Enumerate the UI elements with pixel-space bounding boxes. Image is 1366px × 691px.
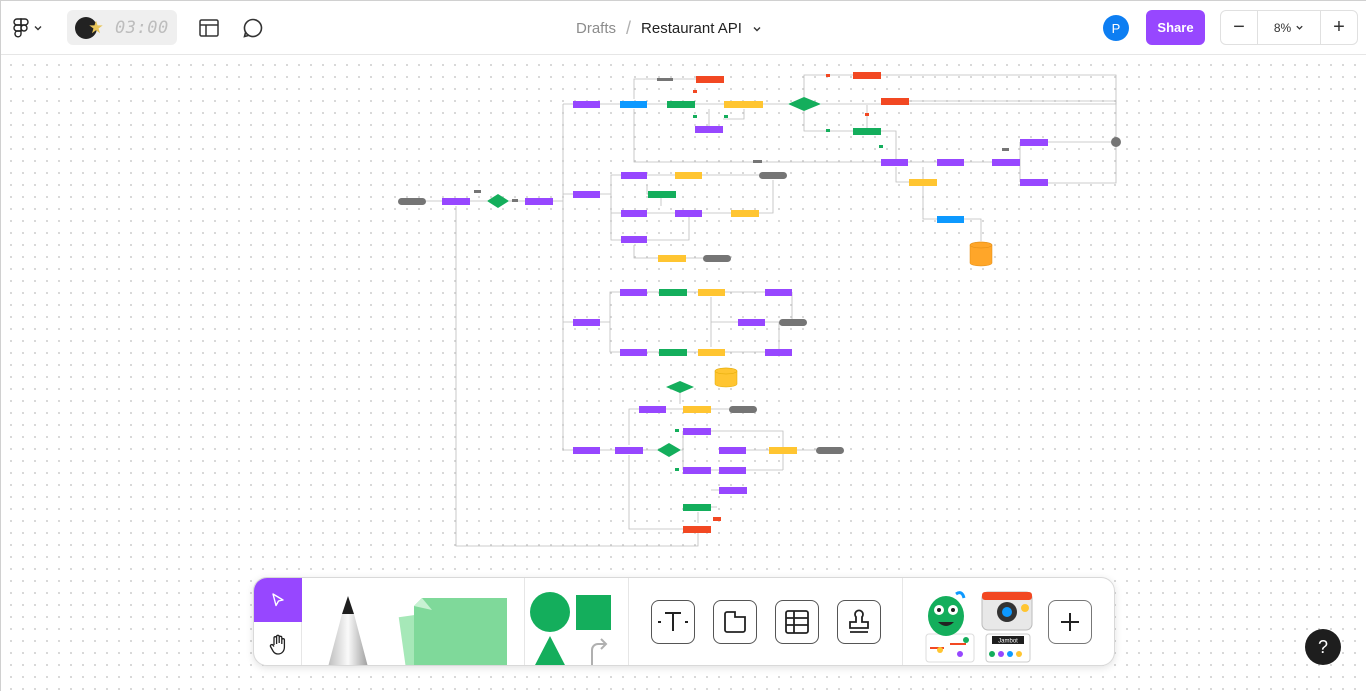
- jambot-icon[interactable]: Jambot: [976, 586, 1040, 666]
- plus-icon: [1061, 613, 1079, 631]
- user-avatar[interactable]: P: [1103, 15, 1129, 41]
- hand-icon: [269, 634, 286, 655]
- sticky-note-icon[interactable]: [392, 592, 512, 666]
- figma-logo-icon: [13, 18, 29, 38]
- chevron-down-icon: [34, 26, 42, 31]
- toolbar-divider: [902, 578, 903, 665]
- timer-value: 03:00: [115, 17, 169, 38]
- text-icon: [658, 612, 688, 631]
- table-tool[interactable]: [775, 600, 819, 644]
- file-title[interactable]: Restaurant API: [641, 20, 742, 37]
- select-tool[interactable]: [254, 578, 302, 622]
- section-tool[interactable]: [713, 600, 757, 644]
- tool-column: [254, 578, 302, 665]
- zoom-level-value: 8%: [1273, 20, 1292, 35]
- jambot-label: Jambot: [998, 639, 1018, 645]
- section-icon: [724, 611, 746, 633]
- top-bar: 03:00 Drafts / Restaurant API P Share − …: [1, 1, 1366, 55]
- share-button[interactable]: Share: [1146, 10, 1205, 45]
- creation-toolbar: Jambot: [253, 577, 1115, 666]
- widgets-icon[interactable]: [920, 588, 978, 666]
- chevron-down-icon: [1296, 25, 1303, 30]
- zoom-in-button[interactable]: +: [1321, 11, 1357, 44]
- comment-icon[interactable]: [241, 16, 265, 40]
- main-menu-button[interactable]: [13, 18, 43, 38]
- help-button[interactable]: ?: [1305, 629, 1341, 665]
- timer-avatar-icon: [75, 16, 97, 39]
- stamp-tool[interactable]: [837, 600, 881, 644]
- marker-pen-icon[interactable]: [320, 592, 376, 666]
- breadcrumb-drafts-link[interactable]: Drafts: [576, 20, 616, 37]
- hand-tool[interactable]: [254, 622, 302, 665]
- stamp-icon: [849, 609, 869, 633]
- zoom-level-dropdown[interactable]: 8%: [1257, 11, 1321, 44]
- chevron-down-icon[interactable]: [752, 24, 762, 34]
- toolbar-divider: [524, 578, 525, 665]
- text-tool[interactable]: [651, 600, 695, 644]
- breadcrumb-separator: /: [626, 18, 632, 38]
- breadcrumb: Drafts / Restaurant API: [576, 18, 762, 39]
- layout-panel-icon[interactable]: [197, 16, 221, 40]
- toolbar-divider: [628, 578, 629, 665]
- timer-widget[interactable]: 03:00: [67, 10, 177, 45]
- zoom-controls: − 8% +: [1220, 10, 1358, 45]
- connector-tool-icon[interactable]: [588, 636, 610, 666]
- table-icon: [785, 610, 809, 634]
- cursor-arrow-icon: [272, 593, 284, 607]
- more-tools-button[interactable]: [1048, 600, 1092, 644]
- zoom-out-button[interactable]: −: [1221, 11, 1257, 44]
